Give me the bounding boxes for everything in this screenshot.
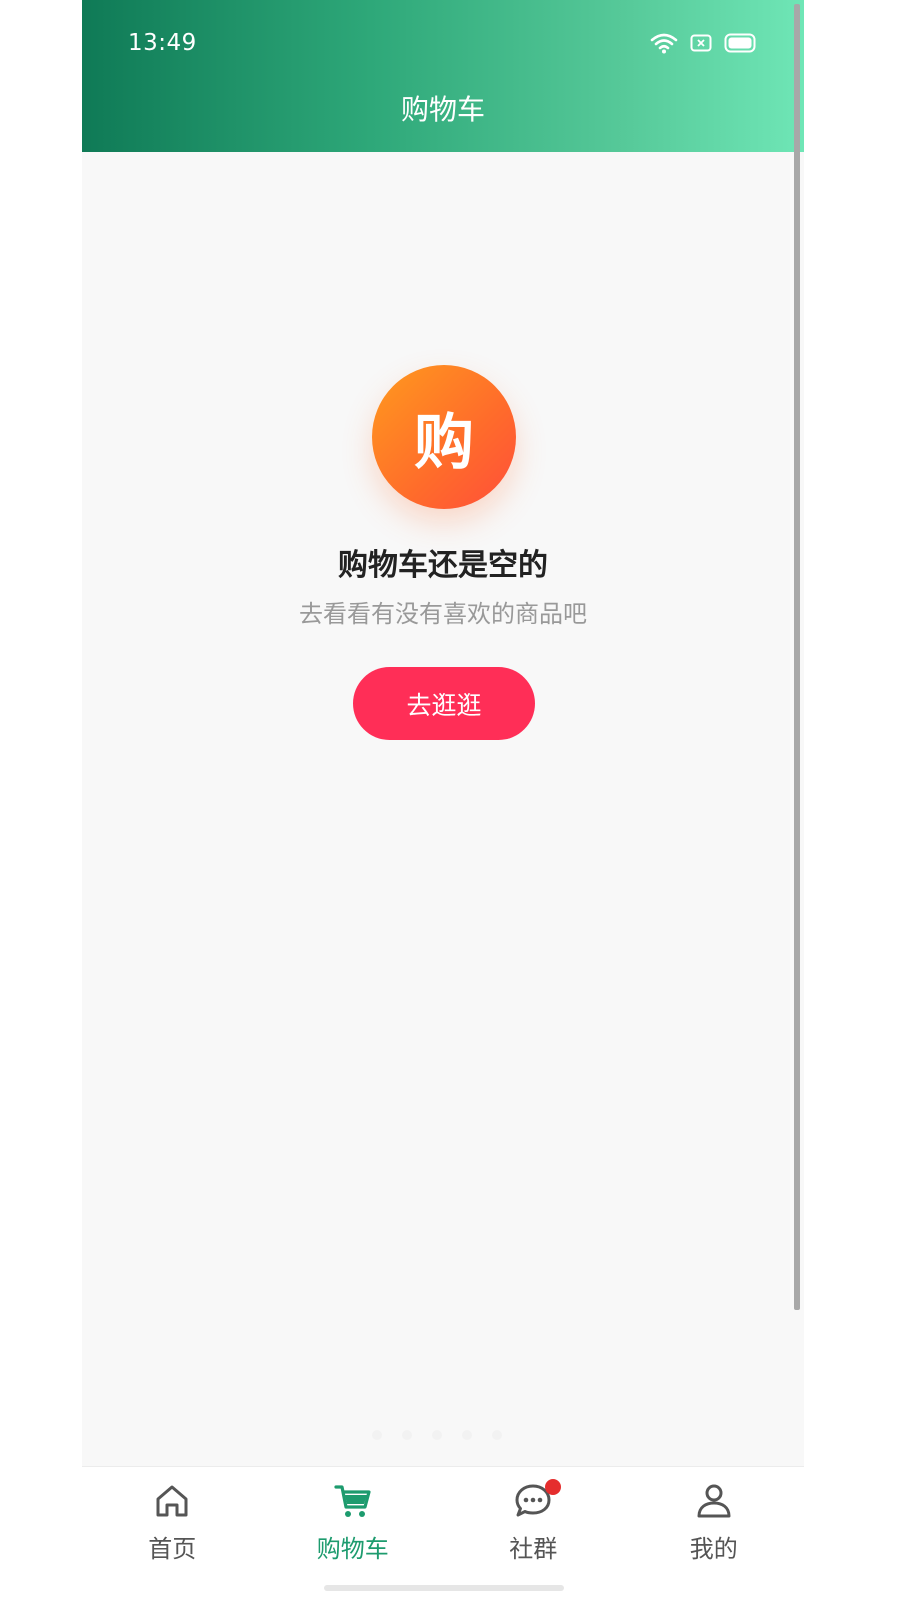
tab-cart[interactable]: 购物车: [263, 1467, 444, 1600]
tab-community[interactable]: 社群: [443, 1467, 624, 1600]
tab-profile[interactable]: 我的: [624, 1467, 805, 1600]
user-icon: [694, 1481, 734, 1521]
battery-icon: [724, 33, 758, 53]
app-screen: 13:49 购物车 购 购物车还是空的 去看看有没有喜欢的商品吧 去逛逛 首页 …: [82, 0, 804, 1600]
bottom-tab-bar: 首页 购物车 社群 我的: [82, 1466, 804, 1600]
page-title: 购物车: [400, 93, 485, 126]
chat-icon: [513, 1479, 562, 1521]
empty-cart-icon: 购: [372, 365, 516, 509]
empty-subtitle: 去看看有没有喜欢的商品吧: [299, 600, 587, 628]
indicator-dot: [372, 1430, 382, 1440]
cart-icon: [333, 1481, 373, 1521]
tab-label: 首页: [148, 1535, 197, 1563]
empty-title: 购物车还是空的: [338, 548, 548, 583]
indicator-dot: [402, 1430, 412, 1440]
notification-badge: [545, 1479, 562, 1495]
tab-label: 社群: [509, 1535, 558, 1563]
home-indicator[interactable]: [324, 1585, 564, 1591]
go-shopping-button[interactable]: 去逛逛: [353, 667, 535, 740]
indicator-dot: [432, 1430, 442, 1440]
wifi-icon: [650, 32, 678, 54]
home-icon: [152, 1481, 192, 1521]
tab-label: 购物车: [316, 1535, 389, 1563]
page-indicator: [372, 1430, 502, 1440]
indicator-dot: [462, 1430, 472, 1440]
tab-label: 我的: [689, 1535, 738, 1563]
tab-home[interactable]: 首页: [82, 1467, 263, 1600]
scrollbar[interactable]: [794, 4, 800, 1310]
sim-icon: [690, 34, 712, 52]
status-icons: [650, 32, 758, 54]
top-header: 13:49 购物车: [82, 0, 804, 152]
status-time: 13:49: [128, 30, 197, 56]
indicator-dot: [492, 1430, 502, 1440]
